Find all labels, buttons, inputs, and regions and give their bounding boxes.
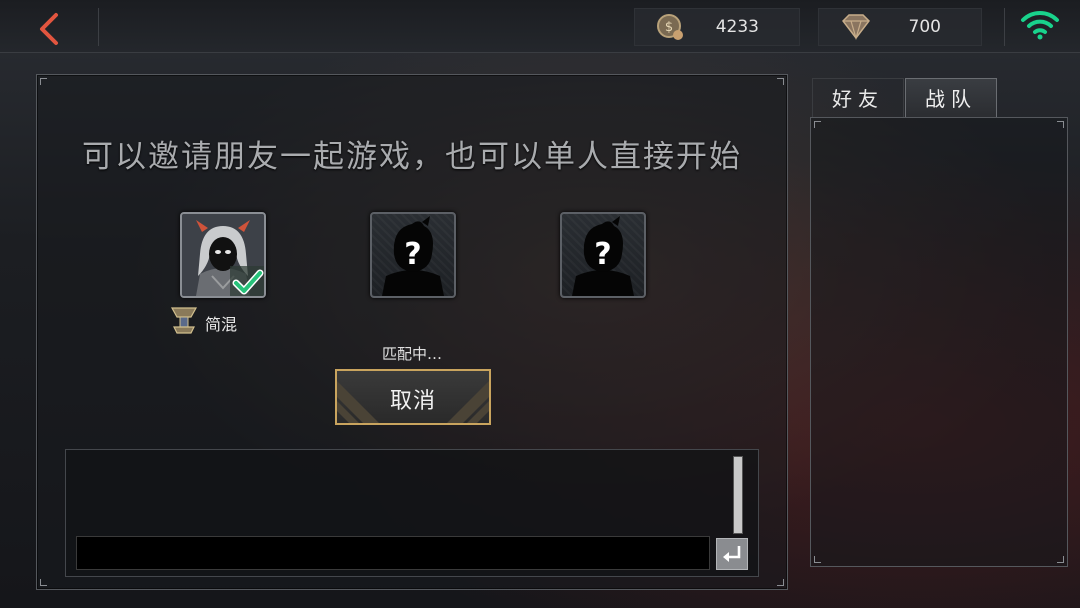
- rank-badge-icon: [170, 307, 198, 334]
- chat-log: [65, 449, 759, 577]
- coin-amount: 4233: [715, 17, 759, 37]
- cancel-button[interactable]: 取消: [335, 369, 491, 425]
- gem-icon: [842, 14, 870, 41]
- back-button[interactable]: [14, 6, 86, 46]
- panel-corner: [1057, 556, 1064, 563]
- panel-corner: [814, 556, 821, 563]
- check-icon: [230, 266, 264, 296]
- player-name: 简混: [205, 315, 238, 334]
- panel-corner: [814, 121, 821, 128]
- svg-text:$: $: [665, 20, 673, 35]
- player-slot-1[interactable]: [180, 212, 266, 298]
- panel-corner: [777, 579, 784, 586]
- send-button[interactable]: [716, 538, 748, 570]
- player-slot-3[interactable]: ?: [560, 212, 646, 298]
- unknown-player-icon: ?: [382, 216, 444, 296]
- coin-icon: $: [657, 14, 683, 40]
- tab-friends[interactable]: 好友: [812, 78, 904, 117]
- wifi-icon: [1021, 10, 1059, 40]
- player-slot-2[interactable]: ?: [370, 212, 456, 298]
- panel-corner: [777, 78, 784, 85]
- topbar-divider: [1004, 8, 1005, 46]
- enter-icon: [723, 546, 741, 562]
- panel-corner: [40, 579, 47, 586]
- gem-counter: 700: [818, 8, 982, 46]
- panel-corner: [1057, 121, 1064, 128]
- top-bar: $ 4233 700: [0, 0, 1080, 53]
- social-list-panel: [810, 117, 1068, 567]
- tab-team[interactable]: 战队: [905, 78, 997, 117]
- invite-panel: 可以邀请朋友一起游戏，也可以单人直接开始 ? ? 简混 匹配中… 取消: [36, 74, 788, 590]
- topbar-divider: [98, 8, 99, 46]
- chat-scrollbar[interactable]: [733, 456, 743, 534]
- panel-corner: [40, 78, 47, 85]
- cancel-label: 取消: [389, 389, 436, 414]
- back-arrow-icon: [40, 13, 58, 45]
- matching-status: 匹配中…: [381, 345, 442, 363]
- unknown-player-icon: ?: [572, 216, 634, 296]
- invite-headline: 可以邀请朋友一起游戏，也可以单人直接开始: [82, 139, 742, 175]
- gem-amount: 700: [908, 17, 941, 37]
- svg-text:?: ?: [594, 237, 611, 272]
- coin-counter: $ 4233: [634, 8, 800, 46]
- chat-input[interactable]: [76, 536, 710, 570]
- svg-text:?: ?: [404, 237, 421, 272]
